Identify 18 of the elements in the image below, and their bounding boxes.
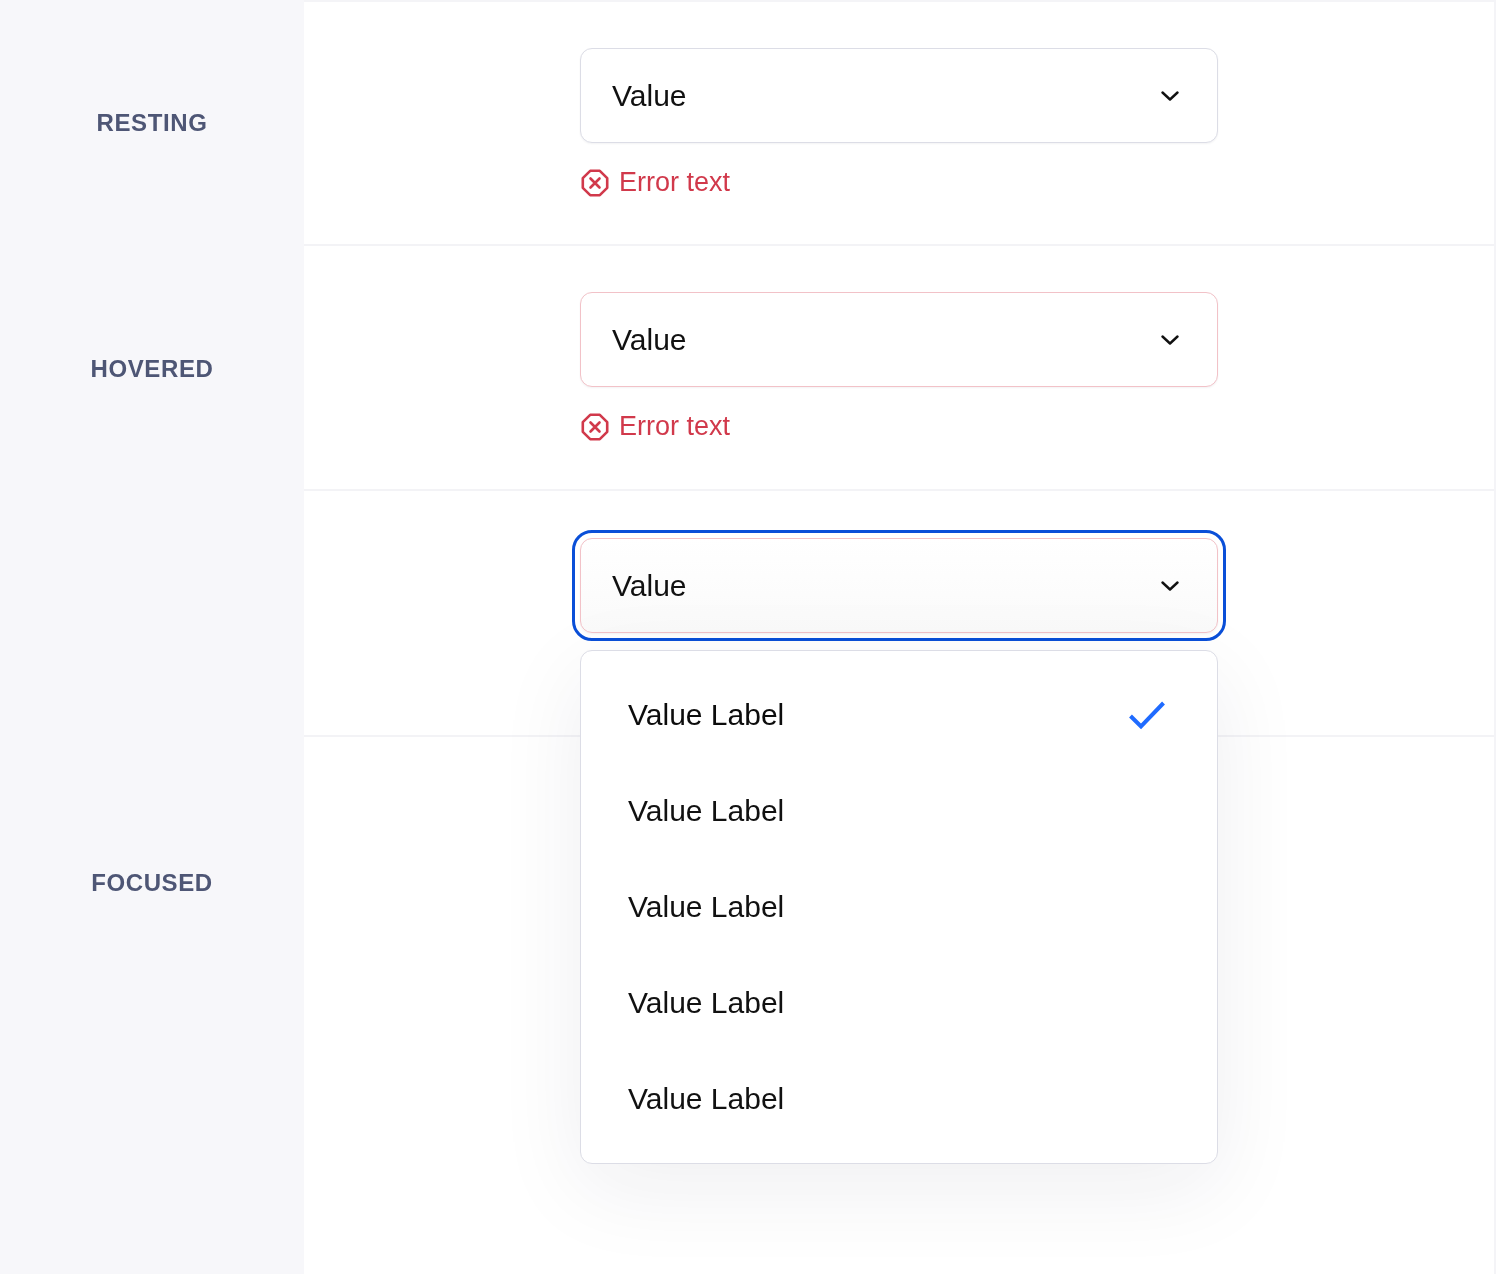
dropdown-field[interactable]: Value: [580, 292, 1218, 387]
menu-option[interactable]: Value Label: [581, 667, 1217, 763]
error-text: Error text: [619, 411, 731, 442]
chevron-down-icon: [1161, 580, 1179, 591]
chevron-down-icon: [1161, 90, 1179, 101]
menu-option[interactable]: Value Label: [581, 763, 1217, 859]
state-label: HOVERED: [90, 355, 214, 383]
checkmark-icon: [1128, 700, 1166, 730]
error-text: Error text: [619, 167, 731, 198]
chevron-down-icon: [1161, 334, 1179, 345]
menu-option[interactable]: Value Label: [581, 1051, 1217, 1147]
dropdown-field[interactable]: Value: [580, 48, 1218, 143]
state-label: FOCUSED: [91, 869, 213, 897]
menu-option[interactable]: Value Label: [581, 955, 1217, 1051]
state-label: RESTING: [96, 109, 208, 137]
error-icon: [581, 168, 609, 197]
error-icon: [581, 412, 609, 441]
menu-option[interactable]: Value Label: [581, 859, 1217, 955]
